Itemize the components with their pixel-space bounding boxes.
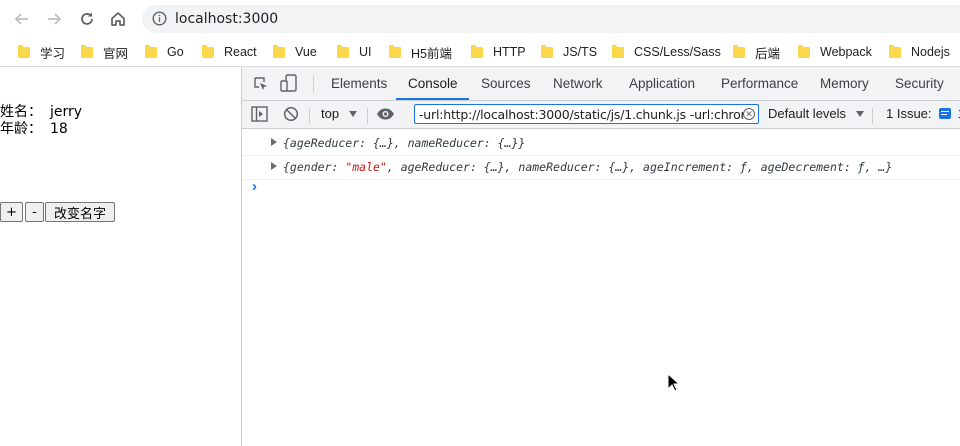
expand-triangle-icon[interactable]	[271, 162, 277, 170]
bookmark-item[interactable]: 官网	[81, 44, 128, 61]
expand-triangle-icon[interactable]	[271, 138, 277, 146]
separator	[313, 76, 314, 92]
devtools-panel: Elements Console Sources Network Applica…	[242, 67, 960, 446]
separator	[309, 108, 310, 124]
tab-console[interactable]: Console	[408, 76, 458, 91]
folder-icon	[145, 44, 157, 58]
filter-value: -url:http://localhost:3000/static/js/1.c…	[419, 107, 753, 122]
age-value: 18	[50, 121, 68, 137]
device-toolbar-icon[interactable]	[280, 74, 298, 98]
folder-icon	[389, 44, 401, 58]
change-name-button[interactable]: 改变名字	[45, 202, 115, 222]
mouse-cursor-icon	[667, 372, 681, 397]
folder-icon	[733, 44, 745, 58]
clear-console-icon[interactable]	[283, 106, 299, 127]
eye-icon[interactable]	[376, 107, 395, 126]
back-icon[interactable]	[12, 9, 32, 29]
bookmark-item[interactable]: CSS/Less/Sass	[612, 44, 721, 60]
issues-button[interactable]: 1 Issue: 1	[886, 106, 960, 121]
bookmark-item[interactable]: Vue	[273, 44, 317, 60]
active-tab-indicator	[396, 98, 469, 100]
tab-security[interactable]: Security	[895, 76, 944, 91]
bookmark-item[interactable]: UI	[337, 44, 372, 60]
forward-icon[interactable]	[44, 9, 64, 29]
devtools-tabbar: Elements Console Sources Network Applica…	[242, 67, 960, 101]
home-icon[interactable]	[108, 9, 128, 29]
folder-icon	[612, 44, 624, 58]
bookmark-item[interactable]: Go	[145, 44, 184, 60]
bookmarks-bar: 学习 官网 Go React Vue UI H5前端 HTTP JS/TS CS…	[0, 38, 960, 67]
console-prompt[interactable]: ›	[252, 178, 257, 195]
folder-icon	[798, 44, 810, 58]
folder-icon	[273, 44, 285, 58]
folder-icon	[337, 44, 349, 58]
console-filter-input[interactable]: -url:http://localhost:3000/static/js/1.c…	[414, 104, 759, 124]
separator	[872, 108, 873, 124]
address-bar[interactable]: localhost:3000	[142, 5, 960, 33]
folder-icon	[202, 44, 214, 58]
console-log-row[interactable]: {ageReducer: {…}, nameReducer: {…}}	[242, 131, 960, 156]
clear-filter-icon[interactable]: ✕	[743, 108, 755, 120]
page-content: 姓名： jerry 年龄： 18 + - 改变名字	[0, 67, 241, 446]
tab-performance[interactable]: Performance	[721, 76, 798, 91]
bookmark-item[interactable]: 学习	[18, 44, 65, 61]
tab-network[interactable]: Network	[553, 76, 603, 91]
folder-icon	[541, 44, 553, 58]
context-select[interactable]: top	[321, 106, 358, 121]
bookmark-item[interactable]: Webpack	[798, 44, 872, 60]
separator	[367, 108, 368, 124]
age-label: 年龄：	[0, 121, 42, 137]
tab-elements[interactable]: Elements	[331, 76, 387, 91]
folder-icon	[18, 44, 30, 58]
tab-sources[interactable]: Sources	[481, 76, 531, 91]
tab-application[interactable]: Application	[629, 76, 695, 91]
folder-icon	[81, 44, 93, 58]
increment-button[interactable]: +	[0, 202, 23, 222]
log-levels-dropdown[interactable]: Default levels	[768, 106, 865, 121]
bookmark-item[interactable]: JS/TS	[541, 44, 597, 60]
console-toolbar: top -url:http://localhost:3000/static/js…	[242, 101, 960, 129]
url-text: localhost:3000	[175, 11, 279, 27]
folder-icon	[889, 44, 901, 58]
sidebar-toggle-icon[interactable]	[251, 106, 268, 127]
bookmark-item[interactable]: 后端	[733, 44, 780, 61]
decrement-button[interactable]: -	[25, 202, 44, 222]
issue-icon	[939, 108, 952, 119]
console-log-row[interactable]: {gender: "male", ageReducer: {…}, nameRe…	[242, 155, 960, 180]
bookmark-item[interactable]: Nodejs	[889, 44, 950, 60]
caret-down-icon	[348, 111, 357, 117]
folder-icon	[471, 44, 483, 58]
bookmark-item[interactable]: React	[202, 44, 257, 60]
bookmark-item[interactable]: H5前端	[389, 44, 452, 61]
log-text: {gender: "male", ageReducer: {…}, nameRe…	[283, 160, 893, 174]
log-text: {ageReducer: {…}, nameReducer: {…}}	[283, 136, 526, 150]
inspect-element-icon[interactable]	[253, 76, 269, 97]
age-row: 年龄： 18	[0, 118, 68, 138]
reload-icon[interactable]	[77, 9, 97, 29]
tab-memory[interactable]: Memory	[820, 76, 869, 91]
info-icon[interactable]	[152, 11, 167, 31]
bookmark-item[interactable]: HTTP	[471, 44, 526, 60]
caret-down-icon	[855, 111, 864, 117]
browser-toolbar: localhost:3000	[0, 0, 960, 38]
